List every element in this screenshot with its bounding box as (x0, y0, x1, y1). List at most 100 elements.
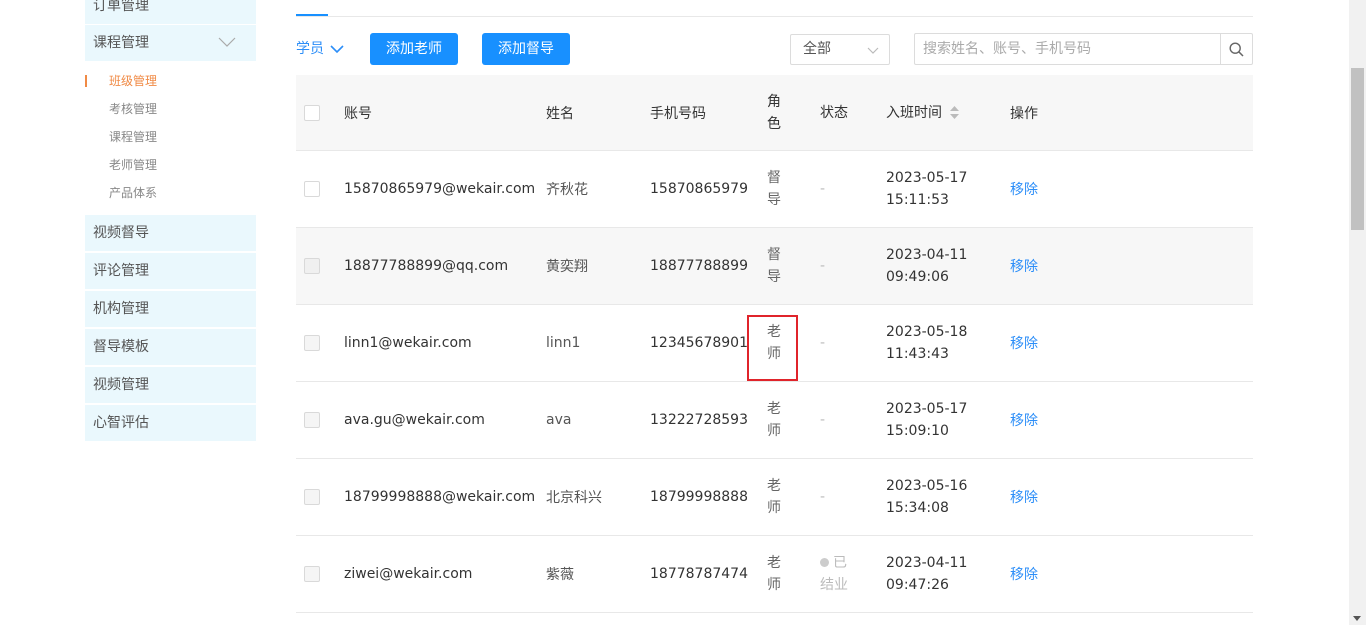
sidebar: 订单管理 课程管理 班级管理 考核管理 课程管理 老师管理 产品体系 视频督导 … (85, 0, 256, 443)
cell-account: ziwei@wekair.com (344, 566, 473, 582)
sidebar-subitem-class-management[interactable]: 班级管理 (85, 67, 256, 95)
row-checkbox[interactable] (304, 258, 320, 274)
sidebar-item-course-management[interactable]: 课程管理 (85, 25, 256, 61)
remove-link[interactable]: 移除 (1010, 382, 1038, 458)
cell-role: 督导 (767, 151, 791, 227)
header-phone: 手机号码 (650, 105, 706, 122)
cell-time: 15:11:53 (886, 192, 949, 208)
cell-name: 北京科兴 (546, 490, 602, 506)
tabs-divider (296, 16, 1253, 17)
remove-link[interactable]: 移除 (1010, 536, 1038, 612)
cell-join-time: 2023-05-16 15:34:08 (886, 459, 976, 535)
cell-status: 已结业 (820, 536, 860, 612)
search-icon (1229, 41, 1244, 57)
sidebar-item-video-supervision[interactable]: 视频督导 (85, 215, 256, 251)
table-row: 18877788899@qq.com 黄奕翔 18877788899 督导 - … (296, 228, 1253, 305)
cell-time: 09:49:06 (886, 269, 949, 285)
role-filter-dropdown[interactable]: 学员 (296, 33, 344, 65)
cell-phone: 18778787474 (650, 566, 748, 582)
add-supervisor-button[interactable]: 添加督导 (482, 33, 570, 65)
row-checkbox[interactable] (304, 335, 320, 351)
cell-role-line2: 师 (767, 423, 781, 439)
cell-role: 老师 (767, 536, 791, 612)
cell-time: 15:09:10 (886, 423, 949, 439)
cell-phone: 18877788899 (650, 258, 748, 274)
cell-status: - (820, 335, 826, 351)
table-row: ziwei@wekair.com 紫薇 18778787474 老师 已结业 2… (296, 536, 1253, 613)
cell-phone: 18799998888 (650, 489, 748, 505)
header-join-time-label: 入班时间 (886, 104, 942, 121)
add-teacher-button[interactable]: 添加老师 (370, 33, 458, 65)
highlight-box (747, 315, 798, 381)
chevron-up-icon (218, 37, 236, 47)
search-button[interactable] (1220, 34, 1252, 64)
sidebar-subitem-teacher-management[interactable]: 老师管理 (85, 151, 256, 179)
cell-status-line1: 已 (833, 555, 847, 571)
cell-date: 2023-05-17 (886, 401, 968, 417)
cell-time: 09:47:26 (886, 577, 949, 593)
cell-role: 老师 (767, 382, 791, 458)
cell-date: 2023-04-11 (886, 247, 968, 263)
sidebar-item-label: 课程管理 (93, 35, 149, 51)
select-all-checkbox[interactable] (304, 104, 320, 121)
cell-account: linn1@wekair.com (344, 335, 472, 351)
cell-status: - (820, 258, 826, 274)
remove-link[interactable]: 移除 (1010, 305, 1038, 381)
sidebar-item-supervision-template[interactable]: 督导模板 (85, 329, 256, 365)
row-checkbox[interactable] (304, 566, 320, 582)
row-checkbox[interactable] (304, 181, 320, 197)
cell-date: 2023-05-17 (886, 170, 968, 186)
sidebar-item-orders[interactable]: 订单管理 (85, 0, 256, 24)
cell-role-line2: 导 (767, 269, 781, 285)
cell-role: 老师 (767, 459, 791, 535)
cell-role-line1: 老 (767, 401, 781, 417)
scroll-down-arrow-icon[interactable] (1353, 616, 1361, 621)
cell-account: 18877788899@qq.com (344, 258, 509, 274)
sidebar-item-comment-management[interactable]: 评论管理 (85, 253, 256, 289)
scrollbar-thumb[interactable] (1351, 68, 1364, 230)
cell-time: 11:43:43 (886, 346, 949, 362)
row-checkbox[interactable] (304, 489, 320, 505)
scrollbar[interactable] (1349, 0, 1366, 625)
cell-account: 18799998888@wekair.com (344, 489, 536, 505)
sidebar-subitem-assessment-management[interactable]: 考核管理 (85, 95, 256, 123)
sidebar-item-label: 订单管理 (93, 0, 149, 14)
sidebar-item-mind-assessment[interactable]: 心智评估 (85, 405, 256, 441)
status-dot-icon (820, 558, 829, 567)
table-header: 账号 姓名 手机号码 角色 状态 入班时间 操作 (296, 75, 1253, 151)
cell-account: ava.gu@wekair.com (344, 412, 485, 428)
toolbar: 学员 添加老师 添加督导 全部 (296, 33, 1253, 65)
remove-link[interactable]: 移除 (1010, 459, 1038, 535)
sidebar-item-org-management[interactable]: 机构管理 (85, 291, 256, 327)
sidebar-item-video-management[interactable]: 视频管理 (85, 367, 256, 403)
status-select-value: 全部 (803, 41, 831, 57)
tab-active-indicator (296, 14, 328, 16)
header-role-line1: 角 (767, 93, 781, 110)
header-join-time[interactable]: 入班时间 (886, 75, 1006, 150)
header-action: 操作 (1010, 105, 1038, 122)
search-box (914, 33, 1253, 65)
cell-role-line1: 督 (767, 170, 781, 186)
remove-link[interactable]: 移除 (1010, 228, 1038, 304)
sidebar-subitem-course-management[interactable]: 课程管理 (85, 123, 256, 151)
cell-name: linn1 (546, 335, 581, 351)
cell-date: 2023-05-16 (886, 478, 968, 494)
search-input[interactable] (915, 34, 1215, 64)
status-select[interactable]: 全部 (790, 34, 890, 65)
row-checkbox[interactable] (304, 412, 320, 428)
role-filter-label: 学员 (296, 41, 324, 57)
cell-role-line2: 导 (767, 192, 781, 208)
cell-name: 紫薇 (546, 567, 574, 583)
cell-name: ava (546, 412, 572, 428)
cell-join-time: 2023-05-17 15:09:10 (886, 382, 976, 458)
table-row: 18799998888@wekair.com 北京科兴 18799998888 … (296, 459, 1253, 536)
header-account: 账号 (344, 105, 372, 122)
remove-link[interactable]: 移除 (1010, 151, 1038, 227)
sidebar-subitem-product-system[interactable]: 产品体系 (85, 179, 256, 207)
cell-role-line2: 师 (767, 577, 781, 593)
cell-join-time: 2023-04-11 09:47:26 (886, 536, 976, 612)
cell-join-time: 2023-04-11 09:49:06 (886, 228, 976, 304)
cell-role: 督导 (767, 228, 791, 304)
cell-join-time: 2023-05-18 11:43:43 (886, 305, 976, 381)
chevron-down-icon (867, 47, 879, 54)
